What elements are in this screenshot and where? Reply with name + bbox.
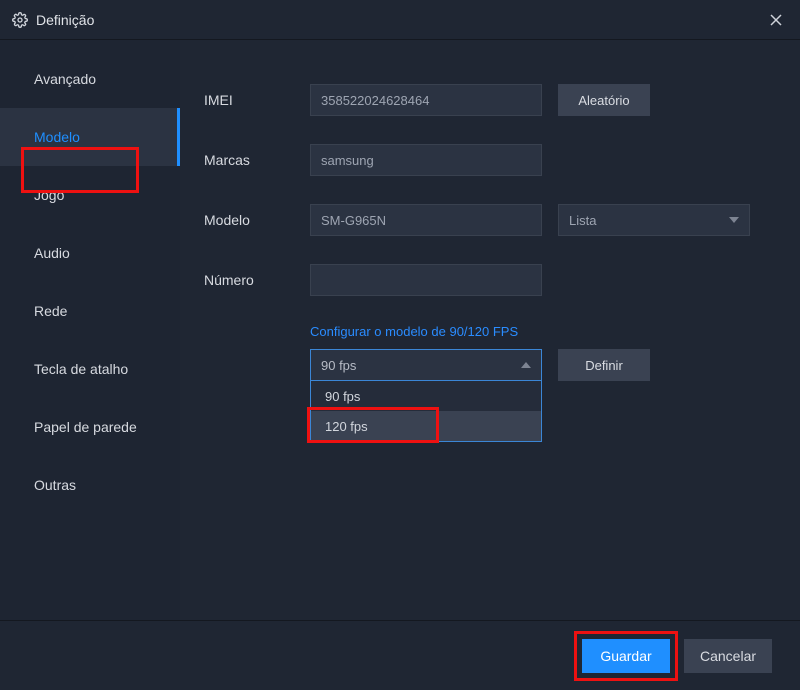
body: Avançado Modelo Jogo Audio Rede Tecla de… [0, 40, 800, 620]
number-label: Número [204, 272, 310, 288]
sidebar-item-model[interactable]: Modelo [0, 108, 180, 166]
fps-option-120[interactable]: 120 fps [311, 411, 541, 441]
model-label: Modelo [204, 212, 310, 228]
sidebar-item-label: Jogo [34, 187, 64, 203]
fps-option-label: 120 fps [325, 419, 368, 434]
fps-block: 90 fps 90 fps 120 fps Definir [310, 349, 780, 442]
define-button[interactable]: Definir [558, 349, 650, 381]
fps-dropdown-selected[interactable]: 90 fps [310, 349, 542, 381]
sidebar-item-label: Rede [34, 303, 67, 319]
model-input[interactable] [310, 204, 542, 236]
sidebar-item-label: Modelo [34, 129, 80, 145]
row-imei: IMEI Aleatório [204, 70, 780, 130]
sidebar-item-label: Tecla de atalho [34, 361, 128, 377]
sidebar-item-label: Audio [34, 245, 70, 261]
sidebar-item-label: Outras [34, 477, 76, 493]
imei-label: IMEI [204, 92, 310, 108]
sidebar-item-wallpaper[interactable]: Papel de parede [0, 398, 180, 456]
settings-window: Definição Avançado Modelo Jogo Audio Red… [0, 0, 800, 690]
model-list-label: Lista [569, 213, 596, 228]
brand-input[interactable] [310, 144, 542, 176]
fps-config-link[interactable]: Configurar o modelo de 90/120 FPS [310, 324, 780, 339]
chevron-down-icon [729, 217, 739, 223]
fps-dropdown-list: 90 fps 120 fps [310, 381, 542, 442]
window-title: Definição [36, 12, 94, 28]
sidebar-item-label: Papel de parede [34, 419, 137, 435]
sidebar: Avançado Modelo Jogo Audio Rede Tecla de… [0, 40, 180, 620]
footer: Guardar Cancelar [0, 620, 800, 690]
number-input[interactable] [310, 264, 542, 296]
sidebar-item-advanced[interactable]: Avançado [0, 50, 180, 108]
gear-icon [12, 12, 28, 28]
sidebar-item-other[interactable]: Outras [0, 456, 180, 514]
main-panel: IMEI Aleatório Marcas Modelo Lista [180, 40, 800, 620]
chevron-up-icon [521, 362, 531, 368]
model-list-select[interactable]: Lista [558, 204, 750, 236]
sidebar-item-label: Avançado [34, 71, 96, 87]
close-icon[interactable] [764, 8, 788, 32]
fps-dropdown: 90 fps 90 fps 120 fps [310, 349, 542, 442]
sidebar-item-audio[interactable]: Audio [0, 224, 180, 282]
imei-input[interactable] [310, 84, 542, 116]
random-button[interactable]: Aleatório [558, 84, 650, 116]
fps-option-label: 90 fps [325, 389, 360, 404]
brand-label: Marcas [204, 152, 310, 168]
fps-selected-label: 90 fps [321, 358, 356, 373]
cancel-button[interactable]: Cancelar [684, 639, 772, 673]
row-brand: Marcas [204, 130, 780, 190]
save-button[interactable]: Guardar [582, 639, 670, 673]
sidebar-item-game[interactable]: Jogo [0, 166, 180, 224]
fps-option-90[interactable]: 90 fps [311, 381, 541, 411]
sidebar-item-network[interactable]: Rede [0, 282, 180, 340]
row-model: Modelo Lista [204, 190, 780, 250]
row-number: Número [204, 250, 780, 310]
titlebar: Definição [0, 0, 800, 40]
sidebar-item-shortcut[interactable]: Tecla de atalho [0, 340, 180, 398]
